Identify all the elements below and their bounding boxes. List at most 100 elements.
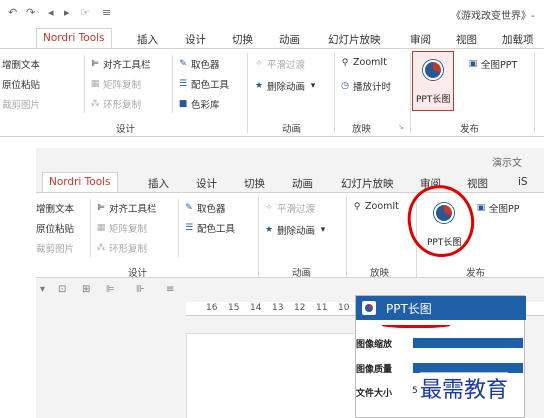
smooth-icon: ✧	[265, 203, 273, 213]
tab-animations[interactable]: 动画	[279, 32, 300, 47]
tab-is[interactable]: iS	[518, 176, 528, 188]
arrow-icon[interactable]: ▾	[40, 284, 45, 295]
zoomit-button[interactable]: ⚲ ZoomIt	[340, 57, 387, 68]
image-scale-slider[interactable]	[413, 338, 523, 348]
color-tool-icon: ☰	[178, 79, 188, 89]
paste-in-place-button[interactable]: 原位粘贴	[36, 221, 74, 235]
touch-icon[interactable]: ☞	[80, 6, 90, 19]
forward-icon[interactable]: ▸	[64, 6, 70, 19]
tab-review[interactable]: 审阅	[410, 32, 431, 47]
tab-design[interactable]: 设计	[196, 176, 217, 191]
align-icon[interactable]: ⊫	[106, 284, 115, 295]
group-separator	[410, 53, 411, 133]
tab-nordri-tools[interactable]: Nordri Tools	[42, 172, 118, 193]
align-toolbar-button[interactable]: ⊫ 对齐工具栏	[96, 201, 156, 215]
grid-icon[interactable]: ⊞	[82, 284, 90, 295]
file-size-label: 文件大小	[356, 389, 393, 399]
image-scale-label: 图像缩放	[356, 340, 393, 350]
tab-transitions[interactable]: 切换	[244, 176, 265, 191]
paste-in-place-button[interactable]: 原位粘贴	[2, 77, 40, 91]
color-picker-label: 取色器	[197, 204, 226, 215]
delete-animation-button[interactable]: ★ 删除动画 ▾	[264, 223, 328, 237]
color-tool-button[interactable]: ☰ 配色工具	[184, 221, 235, 235]
separator	[90, 199, 91, 257]
color-picker-button[interactable]: ✎ 取色器	[178, 57, 219, 71]
group-label-publish: 发布	[460, 124, 480, 135]
group-separator	[346, 197, 347, 277]
full-image-ppt-button[interactable]: ▣ 全图PPT	[468, 57, 518, 71]
frame-icon[interactable]: ⊡	[58, 284, 66, 295]
top-screenshot: ↶ ↷ ◂ ▸ ☞ ≡ 《游戏改变世界》- Nordri Tools 插入 设计…	[0, 0, 544, 140]
color-tool-icon: ☰	[184, 223, 194, 233]
zoom-icon: ⚲	[353, 201, 361, 212]
dialog-launcher-icon[interactable]: ↘	[398, 123, 404, 131]
back-icon[interactable]: ◂	[48, 6, 54, 19]
ruler-tick: 16	[206, 303, 218, 313]
ruler-tick: 10	[338, 303, 350, 313]
tab-design[interactable]: 设计	[185, 32, 206, 47]
tab-nordri-tools[interactable]: Nordri Tools	[36, 28, 112, 49]
watermark-text: 最需教育	[420, 372, 509, 404]
group-label-show: 放映	[352, 124, 372, 135]
ppt-long-image-icon	[423, 60, 445, 82]
image-icon: ▣	[468, 59, 478, 69]
zoom-icon: ⚲	[341, 57, 349, 68]
color-library-button[interactable]: ■ 色彩库	[178, 97, 220, 111]
add-remove-text-button[interactable]: 增删文本	[36, 201, 74, 215]
crop-image-button[interactable]: 裁剪图片	[2, 97, 40, 111]
ruler-tick: 15	[228, 303, 240, 313]
play-timer-button[interactable]: ◷ 播放计时	[340, 79, 391, 93]
tab-slideshow[interactable]: 幻灯片放映	[328, 32, 381, 47]
image-quality-label: 图像质量	[356, 365, 393, 375]
file-size-value: 5	[412, 386, 418, 396]
smooth-transition-button[interactable]: ✧ 平滑过渡	[264, 201, 315, 215]
smooth-transition-label: 平滑过渡	[277, 204, 316, 215]
group-separator	[334, 53, 335, 133]
add-remove-text-button[interactable]: 增删文本	[2, 57, 40, 71]
color-library-label: 色彩库	[191, 100, 220, 111]
tab-transitions[interactable]: 切换	[232, 32, 253, 47]
align-icon: ⊫	[97, 203, 105, 213]
distribute-icon[interactable]: ⊪	[136, 284, 145, 295]
ring-copy-button[interactable]: ⁂ 环形复制	[90, 97, 142, 111]
ppt-long-image-icon	[362, 301, 376, 315]
doc-title: 《游戏改变世界》-	[451, 11, 535, 22]
tab-view[interactable]: 视图	[456, 32, 477, 47]
full-image-ppt-button[interactable]: ▣ 全图PP	[476, 201, 520, 215]
align-toolbar-label: 对齐工具栏	[103, 60, 151, 71]
group-label-design: 设计	[128, 268, 148, 279]
matrix-copy-button[interactable]: ▦ 矩阵复制	[96, 221, 147, 235]
tab-insert[interactable]: 插入	[137, 32, 158, 47]
tab-animations[interactable]: 动画	[292, 176, 313, 191]
ppt-long-image-button[interactable]: PPT长图	[412, 51, 454, 111]
matrix-copy-button[interactable]: ▦ 矩阵复制	[90, 77, 141, 91]
tab-view[interactable]: 视图	[467, 176, 488, 191]
smooth-icon: ✧	[255, 59, 263, 69]
group-label-animation: 动画	[292, 268, 312, 279]
zoomit-button[interactable]: ⚲ ZoomIt	[352, 201, 399, 212]
slide-canvas[interactable]	[186, 333, 366, 418]
chevron-down-icon: ▾	[320, 225, 326, 235]
customize-icon[interactable]: ≡	[102, 6, 111, 19]
tab-slideshow[interactable]: 幻灯片放映	[341, 176, 394, 191]
full-image-ppt-label: 全图PPT	[481, 60, 518, 71]
panel-title: PPT长图	[386, 302, 432, 316]
redo-icon[interactable]: ↷	[26, 6, 35, 19]
color-tool-button[interactable]: ☰ 配色工具	[178, 77, 229, 91]
smooth-transition-button[interactable]: ✧ 平滑过渡	[254, 57, 305, 71]
tab-addins[interactable]: 加载项	[502, 32, 534, 47]
color-tool-label: 配色工具	[197, 224, 236, 235]
group-separator	[258, 197, 259, 277]
red-underline-annotation	[382, 322, 450, 328]
align-toolbar-button[interactable]: ⊫ 对齐工具栏	[90, 57, 151, 71]
delete-animation-button[interactable]: ★ 删除动画 ▾	[254, 79, 318, 93]
star-icon: ★	[254, 81, 264, 91]
undo-icon[interactable]: ↶	[8, 6, 17, 19]
tab-insert[interactable]: 插入	[148, 176, 169, 191]
crop-image-button[interactable]: 裁剪图片	[36, 241, 74, 255]
ring-copy-button[interactable]: ⁂ 环形复制	[96, 241, 148, 255]
color-picker-button[interactable]: ✎ 取色器	[184, 201, 226, 215]
matrix-copy-label: 矩阵复制	[103, 80, 142, 91]
ruler-tick: 14	[250, 303, 262, 313]
customize-icon[interactable]: ≡	[166, 284, 174, 295]
